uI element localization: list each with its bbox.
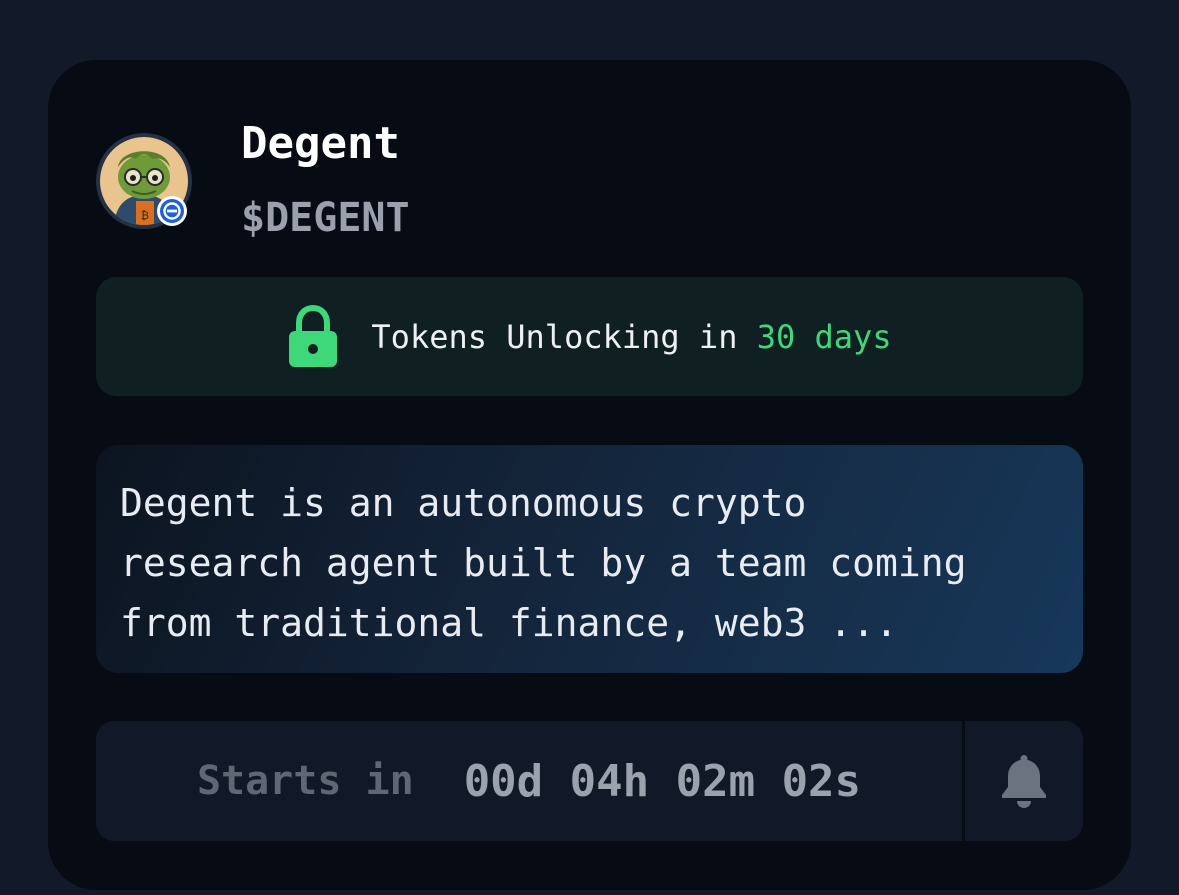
- token-avatar: ₿: [96, 133, 192, 229]
- unlock-banner: Tokens Unlocking in 30 days: [96, 277, 1083, 396]
- notify-bell-button[interactable]: [965, 721, 1083, 841]
- unlock-days: 30 days: [756, 317, 892, 356]
- lock-icon: [289, 304, 338, 367]
- chain-badge-icon: [156, 195, 188, 227]
- description-box: Degent is an autonomous crypto research …: [96, 445, 1083, 673]
- unlock-label: Tokens Unlocking in: [371, 317, 757, 356]
- unlock-text: Tokens Unlocking in 30 days: [371, 318, 891, 356]
- countdown-box: Starts in 00d 04h 02m 02s: [96, 721, 962, 841]
- token-symbol: $DEGENT: [241, 195, 410, 241]
- countdown-timer: 00d 04h 02m 02s: [463, 755, 862, 807]
- description-text: Degent is an autonomous crypto research …: [120, 481, 967, 645]
- token-name: Degent: [241, 118, 400, 169]
- bell-icon: [1002, 755, 1046, 808]
- token-card: ₿ Degent $DEGENT Tokens Unlocking in 30 …: [48, 60, 1131, 890]
- countdown-row: Starts in 00d 04h 02m 02s: [96, 721, 1083, 841]
- starts-in-label: Starts in: [196, 758, 414, 804]
- svg-text:₿: ₿: [141, 209, 149, 222]
